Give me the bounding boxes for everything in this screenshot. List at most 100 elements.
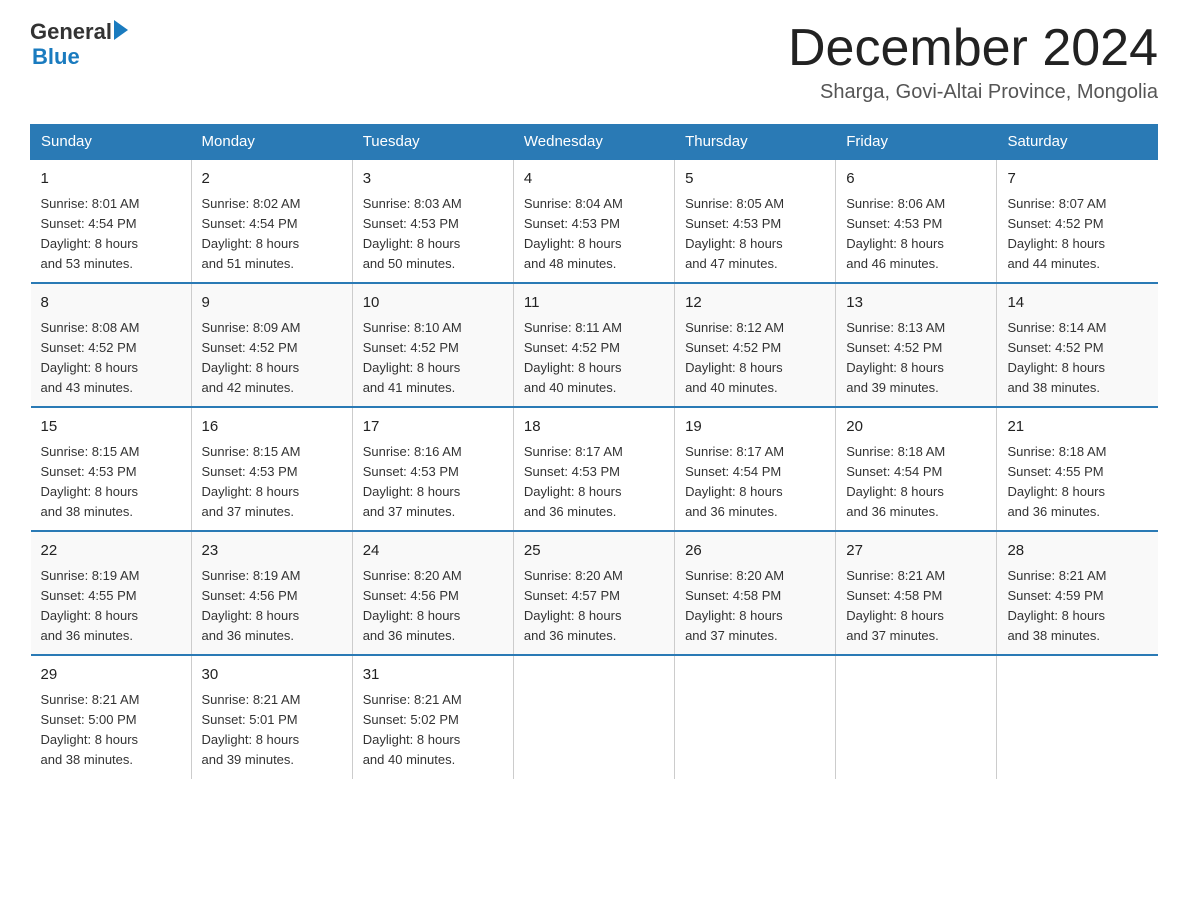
day-info: Sunrise: 8:17 AMSunset: 4:54 PMDaylight:… [685, 442, 825, 523]
day-info: Sunrise: 8:20 AMSunset: 4:58 PMDaylight:… [685, 566, 825, 647]
day-number: 7 [1007, 168, 1147, 191]
table-row: 15 Sunrise: 8:15 AMSunset: 4:53 PMDayligh… [31, 407, 192, 531]
table-row: 17Sunrise: 8:16 AMSunset: 4:53 PMDayligh… [352, 407, 513, 531]
day-number: 19 [685, 416, 825, 439]
header-saturday: Saturday [997, 125, 1158, 160]
header-tuesday: Tuesday [352, 125, 513, 160]
day-number: 31 [363, 664, 503, 687]
day-number: 25 [524, 540, 664, 563]
day-number: 17 [363, 416, 503, 439]
day-info: Sunrise: 8:21 AMSunset: 5:00 PMDaylight:… [41, 690, 181, 771]
day-info: Sunrise: 8:21 AMSunset: 5:02 PMDaylight:… [363, 690, 503, 771]
month-title: December 2024 [788, 20, 1158, 77]
table-row: 7 Sunrise: 8:07 AMSunset: 4:52 PMDaylight… [997, 159, 1158, 283]
table-row: 16 Sunrise: 8:15 AMSunset: 4:53 PMDayligh… [191, 407, 352, 531]
day-info: Sunrise: 8:01 AMSunset: 4:54 PMDaylight:… [41, 194, 181, 275]
day-info: Sunrise: 8:06 AMSunset: 4:53 PMDaylight:… [846, 194, 986, 275]
table-row: 3 Sunrise: 8:03 AMSunset: 4:53 PMDaylight… [352, 159, 513, 283]
day-number: 26 [685, 540, 825, 563]
title-block: December 2024 Sharga, Govi-Altai Provinc… [788, 20, 1158, 104]
day-number: 18 [524, 416, 664, 439]
day-info: Sunrise: 8:12 AMSunset: 4:52 PMDaylight:… [685, 318, 825, 399]
day-info: Sunrise: 8:15 AMSunset: 4:53 PMDaylight:… [202, 442, 342, 523]
day-number: 29 [41, 664, 181, 687]
day-number: 3 [363, 168, 503, 191]
day-number: 13 [846, 292, 986, 315]
table-row: 5 Sunrise: 8:05 AMSunset: 4:53 PMDaylight… [675, 159, 836, 283]
week-row-5: 29 Sunrise: 8:21 AMSunset: 5:00 PMDayligh… [31, 655, 1158, 778]
table-row: 14 Sunrise: 8:14 AMSunset: 4:52 PMDayligh… [997, 283, 1158, 407]
day-info: Sunrise: 8:18 AMSunset: 4:55 PMDaylight:… [1007, 442, 1147, 523]
table-row: 20 Sunrise: 8:18 AMSunset: 4:54 PMDayligh… [836, 407, 997, 531]
day-number: 16 [202, 416, 342, 439]
page-header: General Blue December 2024 Sharga, Govi-… [30, 20, 1158, 104]
day-info: Sunrise: 8:07 AMSunset: 4:52 PMDaylight:… [1007, 194, 1147, 275]
day-number: 8 [41, 292, 181, 315]
day-number: 20 [846, 416, 986, 439]
day-number: 11 [524, 292, 664, 315]
day-number: 5 [685, 168, 825, 191]
location: Sharga, Govi-Altai Province, Mongolia [788, 81, 1158, 104]
day-number: 30 [202, 664, 342, 687]
header-wednesday: Wednesday [513, 125, 674, 160]
day-number: 14 [1007, 292, 1147, 315]
header-row: SundayMondayTuesdayWednesdayThursdayFrid… [31, 125, 1158, 160]
table-row: 28Sunrise: 8:21 AMSunset: 4:59 PMDayligh… [997, 531, 1158, 655]
day-number: 6 [846, 168, 986, 191]
header-monday: Monday [191, 125, 352, 160]
day-info: Sunrise: 8:20 AMSunset: 4:56 PMDaylight:… [363, 566, 503, 647]
day-number: 10 [363, 292, 503, 315]
table-row: 2 Sunrise: 8:02 AMSunset: 4:54 PMDaylight… [191, 159, 352, 283]
table-row [997, 655, 1158, 778]
calendar-table: SundayMondayTuesdayWednesdayThursdayFrid… [30, 124, 1158, 778]
table-row: 1Sunrise: 8:01 AMSunset: 4:54 PMDaylight… [31, 159, 192, 283]
day-number: 9 [202, 292, 342, 315]
logo: General Blue [30, 20, 128, 70]
day-number: 21 [1007, 416, 1147, 439]
table-row: 13 Sunrise: 8:13 AMSunset: 4:52 PMDayligh… [836, 283, 997, 407]
table-row: 9Sunrise: 8:09 AMSunset: 4:52 PMDaylight… [191, 283, 352, 407]
table-row: 19 Sunrise: 8:17 AMSunset: 4:54 PMDayligh… [675, 407, 836, 531]
table-row: 31 Sunrise: 8:21 AMSunset: 5:02 PMDayligh… [352, 655, 513, 778]
day-info: Sunrise: 8:03 AMSunset: 4:53 PMDaylight:… [363, 194, 503, 275]
table-row: 4Sunrise: 8:04 AMSunset: 4:53 PMDaylight… [513, 159, 674, 283]
table-row: 8 Sunrise: 8:08 AMSunset: 4:52 PMDaylight… [31, 283, 192, 407]
day-info: Sunrise: 8:20 AMSunset: 4:57 PMDaylight:… [524, 566, 664, 647]
table-row [836, 655, 997, 778]
logo-triangle-icon [114, 20, 128, 40]
day-number: 27 [846, 540, 986, 563]
day-info: Sunrise: 8:14 AMSunset: 4:52 PMDaylight:… [1007, 318, 1147, 399]
header-thursday: Thursday [675, 125, 836, 160]
day-info: Sunrise: 8:21 AMSunset: 4:58 PMDaylight:… [846, 566, 986, 647]
day-info: Sunrise: 8:18 AMSunset: 4:54 PMDaylight:… [846, 442, 986, 523]
day-info: Sunrise: 8:11 AMSunset: 4:52 PMDaylight:… [524, 318, 664, 399]
day-info: Sunrise: 8:15 AMSunset: 4:53 PMDaylight:… [41, 442, 181, 523]
day-number: 24 [363, 540, 503, 563]
day-info: Sunrise: 8:10 AMSunset: 4:52 PMDaylight:… [363, 318, 503, 399]
table-row: 18 Sunrise: 8:17 AMSunset: 4:53 PMDayligh… [513, 407, 674, 531]
day-info: Sunrise: 8:02 AMSunset: 4:54 PMDaylight:… [202, 194, 342, 275]
table-row: 21 Sunrise: 8:18 AMSunset: 4:55 PMDayligh… [997, 407, 1158, 531]
logo-general: General [30, 20, 112, 44]
header-sunday: Sunday [31, 125, 192, 160]
table-row: 24 Sunrise: 8:20 AMSunset: 4:56 PMDayligh… [352, 531, 513, 655]
day-info: Sunrise: 8:19 AMSunset: 4:55 PMDaylight:… [41, 566, 181, 647]
table-row: 23Sunrise: 8:19 AMSunset: 4:56 PMDayligh… [191, 531, 352, 655]
logo-blue: Blue [32, 44, 128, 70]
table-row: 6 Sunrise: 8:06 AMSunset: 4:53 PMDaylight… [836, 159, 997, 283]
day-info: Sunrise: 8:05 AMSunset: 4:53 PMDaylight:… [685, 194, 825, 275]
day-info: Sunrise: 8:21 AMSunset: 4:59 PMDaylight:… [1007, 566, 1147, 647]
table-row: 11 Sunrise: 8:11 AMSunset: 4:52 PMDayligh… [513, 283, 674, 407]
day-number: 4 [524, 168, 664, 191]
day-info: Sunrise: 8:13 AMSunset: 4:52 PMDaylight:… [846, 318, 986, 399]
day-number: 15 [41, 416, 181, 439]
table-row [675, 655, 836, 778]
day-info: Sunrise: 8:08 AMSunset: 4:52 PMDaylight:… [41, 318, 181, 399]
table-row: 25 Sunrise: 8:20 AMSunset: 4:57 PMDayligh… [513, 531, 674, 655]
day-number: 2 [202, 168, 342, 191]
table-row [513, 655, 674, 778]
day-info: Sunrise: 8:17 AMSunset: 4:53 PMDaylight:… [524, 442, 664, 523]
table-row: 12Sunrise: 8:12 AMSunset: 4:52 PMDayligh… [675, 283, 836, 407]
table-row: 26 Sunrise: 8:20 AMSunset: 4:58 PMDayligh… [675, 531, 836, 655]
table-row: 29 Sunrise: 8:21 AMSunset: 5:00 PMDayligh… [31, 655, 192, 778]
